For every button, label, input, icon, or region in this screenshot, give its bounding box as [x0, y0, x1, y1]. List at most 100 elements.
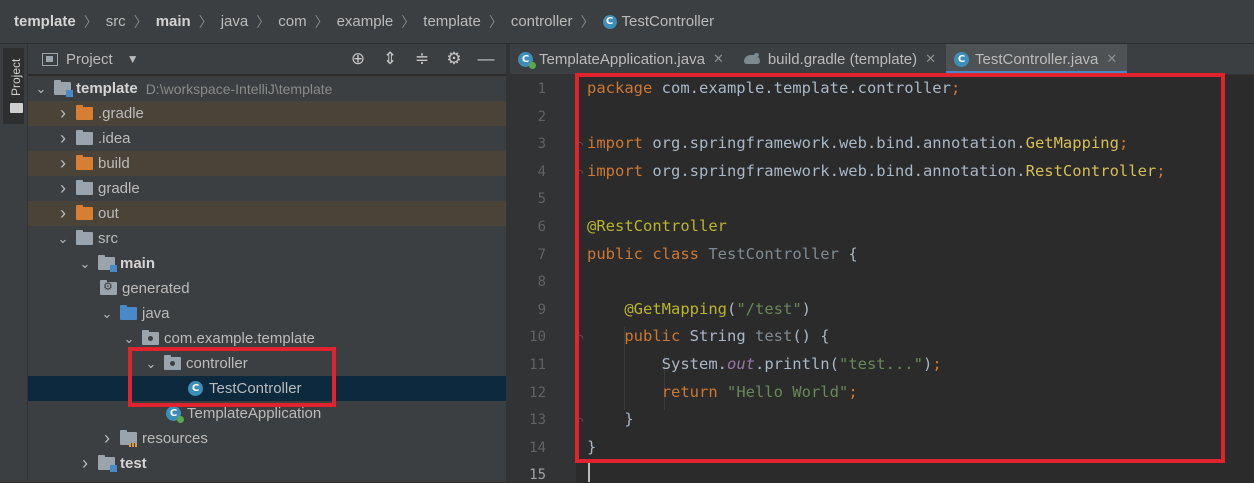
tree-item-label: .idea — [98, 130, 131, 147]
code-token: ; — [1156, 161, 1166, 180]
editor-tab[interactable]: C TemplateApplication.java ✕ — [510, 44, 734, 74]
line-number: 10 — [529, 329, 546, 346]
code-token: return — [661, 382, 727, 401]
breadcrumb-item[interactable]: example — [337, 13, 394, 30]
tree-item-gradle[interactable]: › gradle — [28, 176, 506, 201]
breadcrumb-separator-icon: 〉 — [198, 13, 213, 30]
chevron-right-icon[interactable]: › — [56, 178, 70, 199]
tree-item-java[interactable]: ⌄ java — [28, 301, 506, 326]
breadcrumb-item[interactable]: main — [156, 13, 191, 30]
breadcrumb-item[interactable]: com — [278, 13, 306, 30]
folder-icon — [120, 305, 137, 320]
tree-item-template[interactable]: ⌄ template D:\workspace-IntelliJ\template — [28, 76, 506, 101]
text-caret — [588, 463, 590, 482]
tree-item-idea[interactable]: › .idea — [28, 126, 506, 151]
breadcrumb-item[interactable]: controller — [511, 13, 573, 30]
project-view-selector[interactable]: Project — [66, 51, 113, 68]
breadcrumb-item[interactable]: template — [14, 13, 76, 30]
code-line[interactable]: package com.example.template.controller; — [587, 79, 960, 97]
code-token: ; — [950, 79, 961, 97]
close-icon[interactable]: ✕ — [925, 51, 936, 67]
folder-icon — [76, 130, 93, 145]
chevron-right-icon[interactable]: › — [78, 453, 92, 474]
chevron-down-icon[interactable]: ⌄ — [122, 331, 136, 347]
chevron-down-icon[interactable]: ⌄ — [34, 81, 48, 97]
code-line[interactable]: import org.springframework.web.bind.anno… — [587, 134, 1128, 152]
close-icon[interactable]: ✕ — [713, 51, 724, 67]
tree-item-label: generated — [122, 280, 190, 297]
chevron-right-icon[interactable]: › — [56, 128, 70, 149]
breadcrumb-item[interactable]: template — [423, 13, 481, 30]
chevron-down-icon[interactable]: ⌄ — [144, 356, 158, 372]
settings-icon[interactable]: ⚙ — [444, 49, 464, 69]
code-line[interactable]: return "Hello World"; — [587, 383, 858, 401]
hide-icon[interactable]: — — [476, 49, 496, 69]
tree-item-gradle[interactable]: › .gradle — [28, 101, 506, 126]
tree-item-label: TemplateApplication — [187, 405, 322, 422]
line-number: 1 — [537, 81, 546, 97]
project-panel-header: Project ▼ ⊕ ⇕ ≑ ⚙ — — [28, 44, 506, 74]
editor-tab[interactable]: C TestController.java ✕ — [946, 44, 1128, 74]
code-token: { — [848, 244, 858, 263]
fold-marker-icon[interactable]: ⌒ — [576, 413, 586, 427]
fold-marker-icon[interactable]: ⌒ — [576, 165, 586, 179]
code-line[interactable]: @GetMapping("/test") — [587, 300, 811, 318]
tree-item-label: main — [120, 255, 156, 272]
chevron-right-icon[interactable]: › — [56, 103, 70, 124]
tree-item-controller[interactable]: ⌄ controller — [28, 351, 506, 376]
crosshair-icon[interactable]: ⊕ — [348, 49, 368, 69]
line-number: 8 — [537, 274, 546, 291]
chevron-down-icon[interactable]: ⌄ — [100, 306, 114, 322]
folder-icon — [76, 205, 93, 220]
tree-item-label: resources — [142, 430, 208, 447]
code-line[interactable]: System.out.println("test..."); — [587, 355, 942, 373]
line-number: 11 — [529, 357, 546, 373]
code-line[interactable]: } — [587, 438, 596, 456]
code-token: com.example.template.controller — [661, 79, 951, 97]
breadcrumb-item[interactable]: src — [106, 13, 126, 30]
chevron-right-icon[interactable]: › — [100, 428, 114, 449]
code-line[interactable]: import org.springframework.web.bind.anno… — [587, 162, 1166, 180]
editor-tab[interactable]: build.gradle (template) ✕ — [734, 44, 946, 74]
close-icon[interactable]: ✕ — [1106, 51, 1117, 67]
code-editor[interactable]: 1 package com.example.template.controller… — [510, 75, 1254, 483]
breadcrumb-label: controller — [510, 13, 573, 30]
chevron-down-icon[interactable]: ⌄ — [78, 256, 92, 272]
chevron-right-icon[interactable]: › — [56, 153, 70, 174]
tool-window-strip: Project — [0, 44, 28, 482]
chevron-down-icon[interactable]: ▼ — [127, 52, 139, 66]
tree-item-main[interactable]: ⌄ main — [28, 251, 506, 276]
collapse-all-icon[interactable]: ≑ — [412, 49, 432, 69]
expand-all-icon[interactable]: ⇕ — [380, 49, 400, 69]
code-line[interactable]: public class TestController { — [587, 245, 858, 263]
breadcrumb-item[interactable]: java — [221, 13, 249, 30]
tree-item-resources[interactable]: › resources — [28, 426, 506, 451]
line-number: 13 — [529, 412, 546, 429]
code-token: @RestController — [587, 217, 727, 235]
tree-item-out[interactable]: › out — [28, 201, 506, 226]
tree-item-test[interactable]: › test — [28, 451, 506, 476]
tree-item-build[interactable]: › build — [28, 151, 506, 176]
tree-item-testcontroller[interactable]: C TestController — [28, 376, 506, 401]
chevron-right-icon[interactable]: › — [56, 203, 70, 224]
fold-marker-icon[interactable]: ⌒ — [576, 330, 586, 344]
fold-marker-icon[interactable]: ⌒ — [576, 137, 586, 151]
tree-item-com-example-template[interactable]: ⌄ com.example.template — [28, 326, 506, 351]
code-line[interactable]: public String test() { — [587, 327, 829, 345]
code-line[interactable]: } — [587, 410, 633, 428]
tree-item-label: controller — [186, 355, 248, 372]
breadcrumb-separator-icon: 〉 — [580, 13, 595, 30]
project-tool-window-tab[interactable]: Project — [3, 48, 24, 124]
breadcrumb-item[interactable]: C TestController — [602, 13, 714, 30]
code-line[interactable]: @RestController — [587, 217, 727, 235]
tree-item-templateapplication[interactable]: C TemplateApplication — [28, 401, 506, 426]
tree-item-label: src — [98, 230, 118, 247]
breadcrumb-label: java — [220, 13, 249, 30]
tree-item-generated[interactable]: generated — [28, 276, 506, 301]
tree-item-label: .gradle — [98, 105, 144, 122]
chevron-down-icon[interactable]: ⌄ — [56, 231, 70, 247]
breadcrumb-separator-icon: 〉 — [256, 13, 271, 30]
tree-item-src[interactable]: ⌄ src — [28, 226, 506, 251]
breadcrumb-separator-icon: 〉 — [133, 13, 148, 30]
